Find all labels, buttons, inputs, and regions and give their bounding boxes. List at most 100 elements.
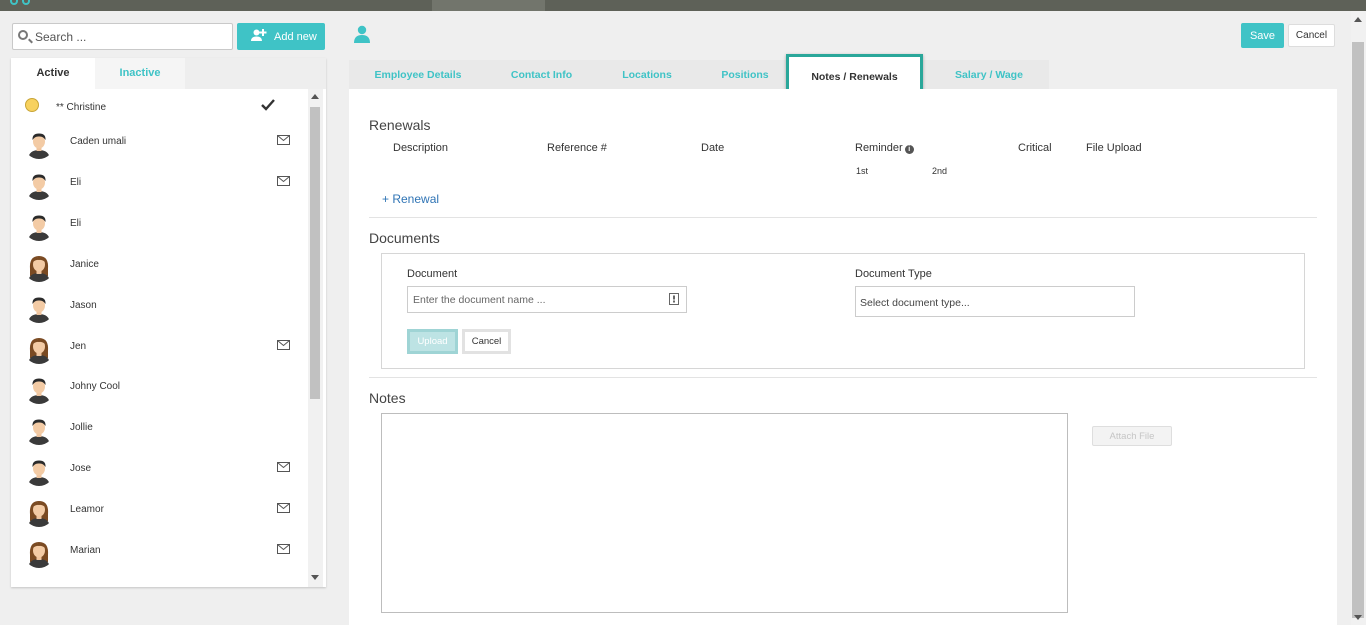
employee-list-scrollbar[interactable] [308, 89, 323, 587]
add-user-icon [251, 29, 267, 41]
tab-locations[interactable]: Locations [606, 60, 688, 90]
employee-name: Jose [70, 463, 92, 475]
employee-list: ** Christine Caden umali Eli Eli Janice Jason… [11, 89, 308, 587]
search-box[interactable] [12, 23, 233, 50]
scrollbar-thumb[interactable] [310, 107, 320, 399]
employee-row[interactable]: Marian [11, 531, 308, 572]
file-icon[interactable] [669, 293, 679, 305]
avatar [24, 169, 54, 200]
employee-row[interactable]: Leamor [11, 490, 308, 531]
avatar [24, 538, 54, 568]
employee-name: Leamor [70, 504, 104, 516]
reminder-first: 1st [856, 166, 869, 176]
employee-name: Marian [70, 545, 101, 556]
col-date: Date [701, 142, 725, 154]
divider [369, 217, 1317, 218]
avatar [24, 374, 54, 405]
notes-renewals-content: Renewals Description Reference # Date Re… [349, 89, 1337, 625]
employee-status-tabs: Active Inactive [11, 58, 326, 89]
employee-row[interactable]: Eli [11, 163, 308, 204]
add-new-button[interactable]: Add new [237, 23, 325, 50]
col-reminder-label: Reminder [855, 142, 903, 154]
avatar [24, 415, 54, 446]
add-new-label: Add new [274, 31, 317, 43]
document-label: Document [407, 268, 458, 280]
employee-name: Johny Cool [70, 381, 121, 393]
app-logo [10, 0, 32, 5]
info-icon[interactable]: i [904, 145, 914, 154]
top-bar-active-tab[interactable] [432, 0, 545, 11]
renewals-title: Renewals [369, 117, 431, 133]
mail-icon[interactable] [277, 135, 290, 145]
employee-name: ** Christine [56, 102, 107, 113]
documents-title: Documents [369, 230, 440, 246]
scroll-up-arrow-icon[interactable] [311, 94, 319, 99]
upload-button[interactable]: Upload [407, 329, 458, 354]
col-reminder: Reminder i [855, 142, 914, 154]
tab-contact-info[interactable]: Contact Info [492, 60, 591, 90]
tab-employee-details[interactable]: Employee Details [359, 60, 477, 90]
employee-tabs: Employee Details Contact Info Locations … [349, 54, 1049, 94]
employee-name: Caden umali [70, 136, 127, 147]
employee-name: Janice [70, 258, 99, 270]
document-type-select[interactable]: Select document type... [855, 286, 1135, 317]
employee-panel: Active Inactive ** Christine Caden umali E… [11, 58, 326, 587]
col-critical: Critical [1018, 142, 1052, 154]
mail-icon[interactable] [277, 544, 290, 554]
avatar [24, 497, 54, 528]
mail-icon[interactable] [277, 462, 290, 473]
smiley-icon [25, 98, 39, 112]
employee-row[interactable]: Jose [11, 449, 308, 490]
employee-name: Jason [70, 299, 97, 311]
col-description: Description [393, 142, 449, 154]
employee-name: Eli [70, 217, 82, 229]
person-icon [354, 25, 370, 43]
avatar [24, 333, 54, 364]
employee-row[interactable]: Caden umali [11, 122, 308, 163]
search-input[interactable] [33, 27, 228, 47]
tab-positions[interactable]: Positions [703, 60, 787, 90]
document-name-field[interactable] [407, 286, 687, 313]
mail-icon[interactable] [277, 339, 290, 350]
col-file-upload: File Upload [1086, 142, 1142, 154]
avatar [24, 251, 54, 282]
employee-name: Eli [70, 176, 82, 188]
avatar [24, 129, 54, 159]
mail-icon[interactable] [277, 503, 290, 514]
check-icon [261, 99, 275, 111]
app-top-bar [0, 0, 1366, 11]
save-button[interactable]: Save [1241, 23, 1284, 48]
scroll-up-arrow-icon[interactable] [1354, 17, 1362, 22]
page-scrollbar[interactable] [1351, 11, 1366, 625]
employee-row[interactable]: Jason [11, 286, 308, 327]
employee-row[interactable]: Jollie [11, 408, 308, 449]
search-icon [18, 30, 28, 40]
cancel-button[interactable]: Cancel [1288, 24, 1335, 47]
divider [369, 377, 1317, 378]
notes-textarea[interactable] [381, 413, 1068, 613]
tab-salary-wage[interactable]: Salary / Wage [938, 60, 1040, 90]
avatar [24, 292, 54, 323]
document-name-input[interactable] [411, 291, 661, 309]
employee-row[interactable]: Janice [11, 245, 308, 286]
page-scrollbar-thumb[interactable] [1352, 42, 1364, 618]
employee-row[interactable]: Eli [11, 204, 308, 245]
avatar [24, 210, 54, 241]
employee-name: Jen [70, 340, 87, 352]
tab-active[interactable]: Active [11, 58, 95, 89]
document-upload-form: Document Document Type Select document t… [381, 253, 1305, 369]
employee-row[interactable]: Jen [11, 327, 308, 368]
col-reference: Reference # [547, 142, 607, 154]
reminder-second: 2nd [932, 166, 948, 176]
attach-file-button[interactable]: Attach File [1092, 426, 1172, 446]
tab-notes-renewals[interactable]: Notes / Renewals [786, 54, 923, 94]
document-type-label: Document Type [855, 268, 932, 280]
notes-title: Notes [369, 390, 406, 406]
add-renewal-link[interactable]: + Renewal [382, 192, 439, 206]
scroll-down-arrow-icon[interactable] [311, 575, 319, 580]
document-cancel-button[interactable]: Cancel [462, 329, 511, 354]
employee-row[interactable]: Johny Cool [11, 367, 308, 408]
tab-inactive[interactable]: Inactive [95, 58, 185, 89]
mail-icon[interactable] [277, 175, 290, 186]
scroll-down-arrow-icon[interactable] [1354, 615, 1362, 620]
